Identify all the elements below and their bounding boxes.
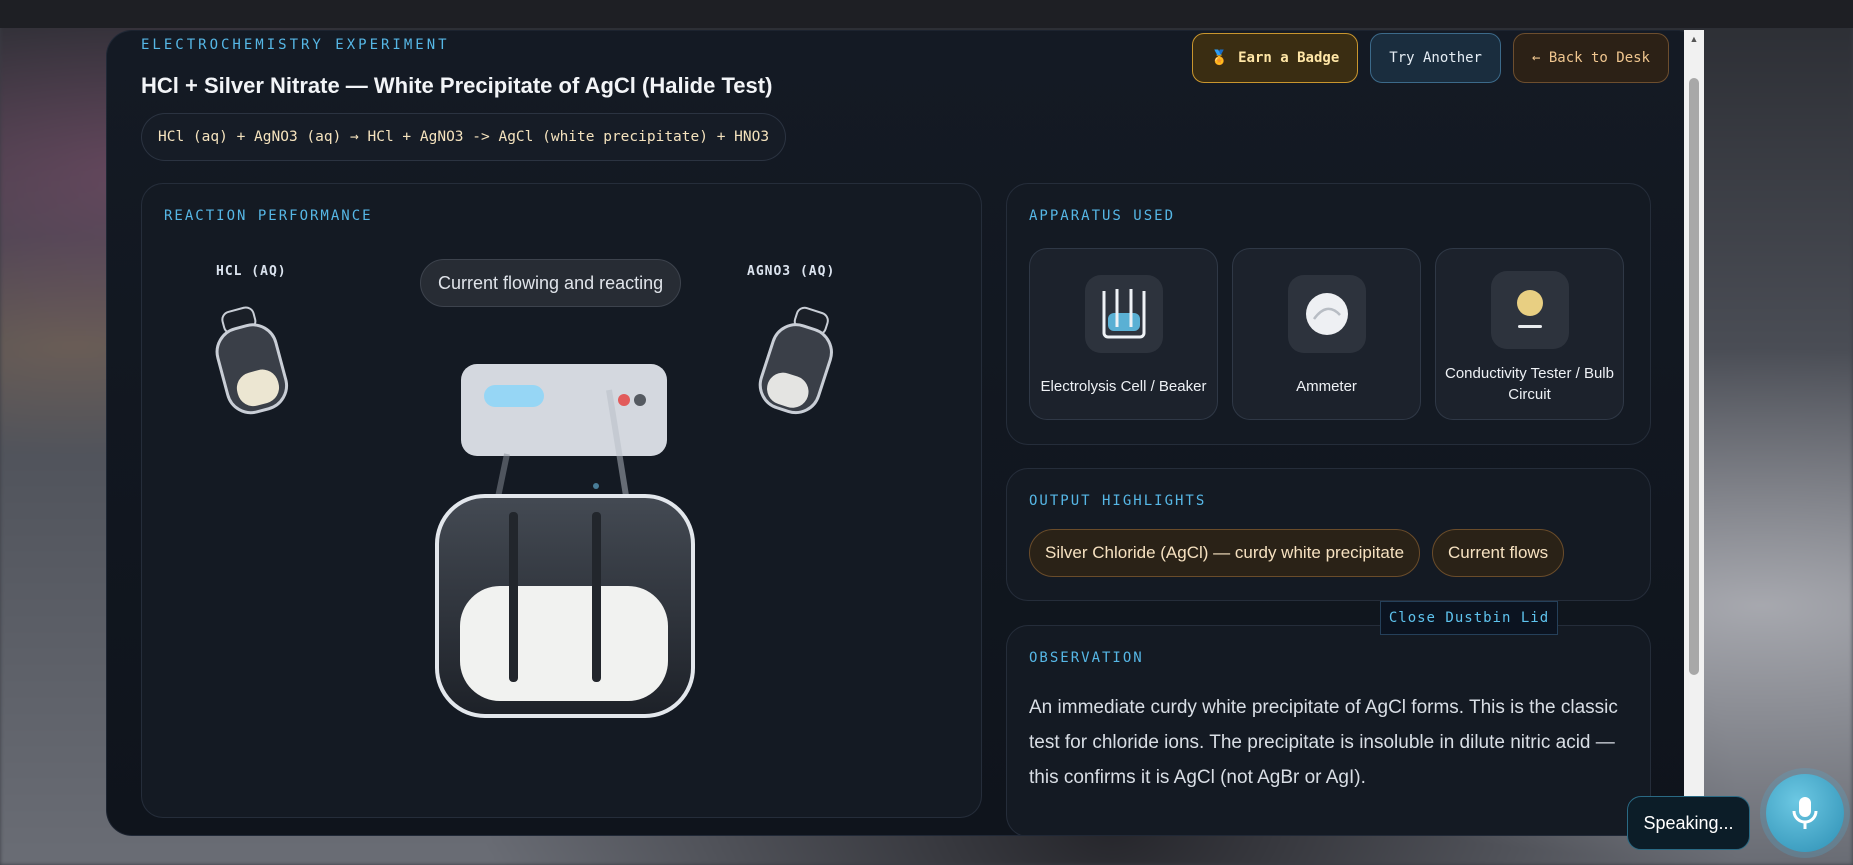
reaction-performance-label: REACTION PERFORMANCE [164,208,373,224]
reagent-left-label: HCL (AQ) [216,264,287,279]
apparatus-card: APPARATUS USED Electrolysis Cell / Beake… [1006,183,1651,445]
output-chip: Current flows [1432,529,1565,577]
reagent-right-label: AGNO3 (AQ) [747,264,836,279]
experiment-eyebrow: ELECTROCHEMISTRY EXPERIMENT [141,37,450,53]
hcl-bottle-icon[interactable] [200,302,300,422]
reaction-equation: HCl (aq) + AgNO3 (aq) → HCl + AgNO3 -> A… [141,113,787,161]
speaking-indicator: Speaking... [1627,796,1750,850]
close-dustbin-lid-button[interactable]: Close Dustbin Lid [1380,601,1558,635]
try-another-button[interactable]: Try Another [1370,33,1501,83]
power-supply [461,364,667,456]
apparatus-ammeter[interactable]: Ammeter [1232,248,1421,420]
scroll-thumb[interactable] [1689,78,1699,675]
back-to-desk-button[interactable]: ← Back to Desk [1512,33,1669,83]
white-precipitate [460,586,668,701]
background-top-bar [0,0,1853,28]
microphone-button[interactable] [1766,774,1844,852]
top-actions: 🏅 Earn a Badge Try Another ← Back to Des… [1191,33,1669,83]
output-highlights-label: OUTPUT HIGHLIGHTS [1029,493,1207,509]
apparatus-conductivity-tester[interactable]: Conductivity Tester / Bulb Circuit [1435,248,1624,420]
apparatus-label-text: Conductivity Tester / Bulb Circuit [1445,365,1614,403]
beaker-icon [1085,275,1163,353]
agno3-bottle-icon[interactable] [748,302,848,422]
observation-card: OBSERVATION An immediate curdy white pre… [1006,625,1651,835]
electrolysis-setup [435,364,695,718]
apparatus-list: Electrolysis Cell / Beaker Ammeter Condu… [1029,248,1624,420]
ammeter-icon [1288,275,1366,353]
microphone-icon [1792,797,1818,829]
reaction-status: Current flowing and reacting [420,259,682,307]
observation-label: OBSERVATION [1029,650,1144,666]
scroll-up-icon[interactable]: ▲ [1684,30,1704,48]
earn-badge-label: Earn a Badge [1238,50,1340,66]
output-chip: Silver Chloride (AgCl) — curdy white pre… [1029,529,1421,577]
reaction-performance-card: REACTION PERFORMANCE HCL (AQ) AGNO3 (AQ)… [141,183,982,818]
output-highlights-card: OUTPUT HIGHLIGHTS Silver Chloride (AgCl)… [1006,468,1651,601]
output-chip-list: Silver Chloride (AgCl) — curdy white pre… [1029,529,1565,577]
panel-scrollbar[interactable]: ▲ [1684,30,1704,796]
apparatus-label-text: Ammeter [1296,377,1357,395]
observation-text: An immediate curdy white precipitate of … [1029,697,1618,788]
bulb-icon [1491,271,1569,349]
apparatus-label: APPARATUS USED [1029,208,1176,224]
apparatus-label-text: Electrolysis Cell / Beaker [1040,377,1207,395]
earn-badge-button[interactable]: 🏅 Earn a Badge [1191,33,1359,83]
apparatus-electrolysis-cell[interactable]: Electrolysis Cell / Beaker [1029,248,1218,420]
experiment-panel: ELECTROCHEMISTRY EXPERIMENT HCl + Silver… [106,30,1704,836]
medal-icon: 🏅 [1210,50,1229,66]
page-title: HCl + Silver Nitrate — White Precipitate… [141,73,773,98]
